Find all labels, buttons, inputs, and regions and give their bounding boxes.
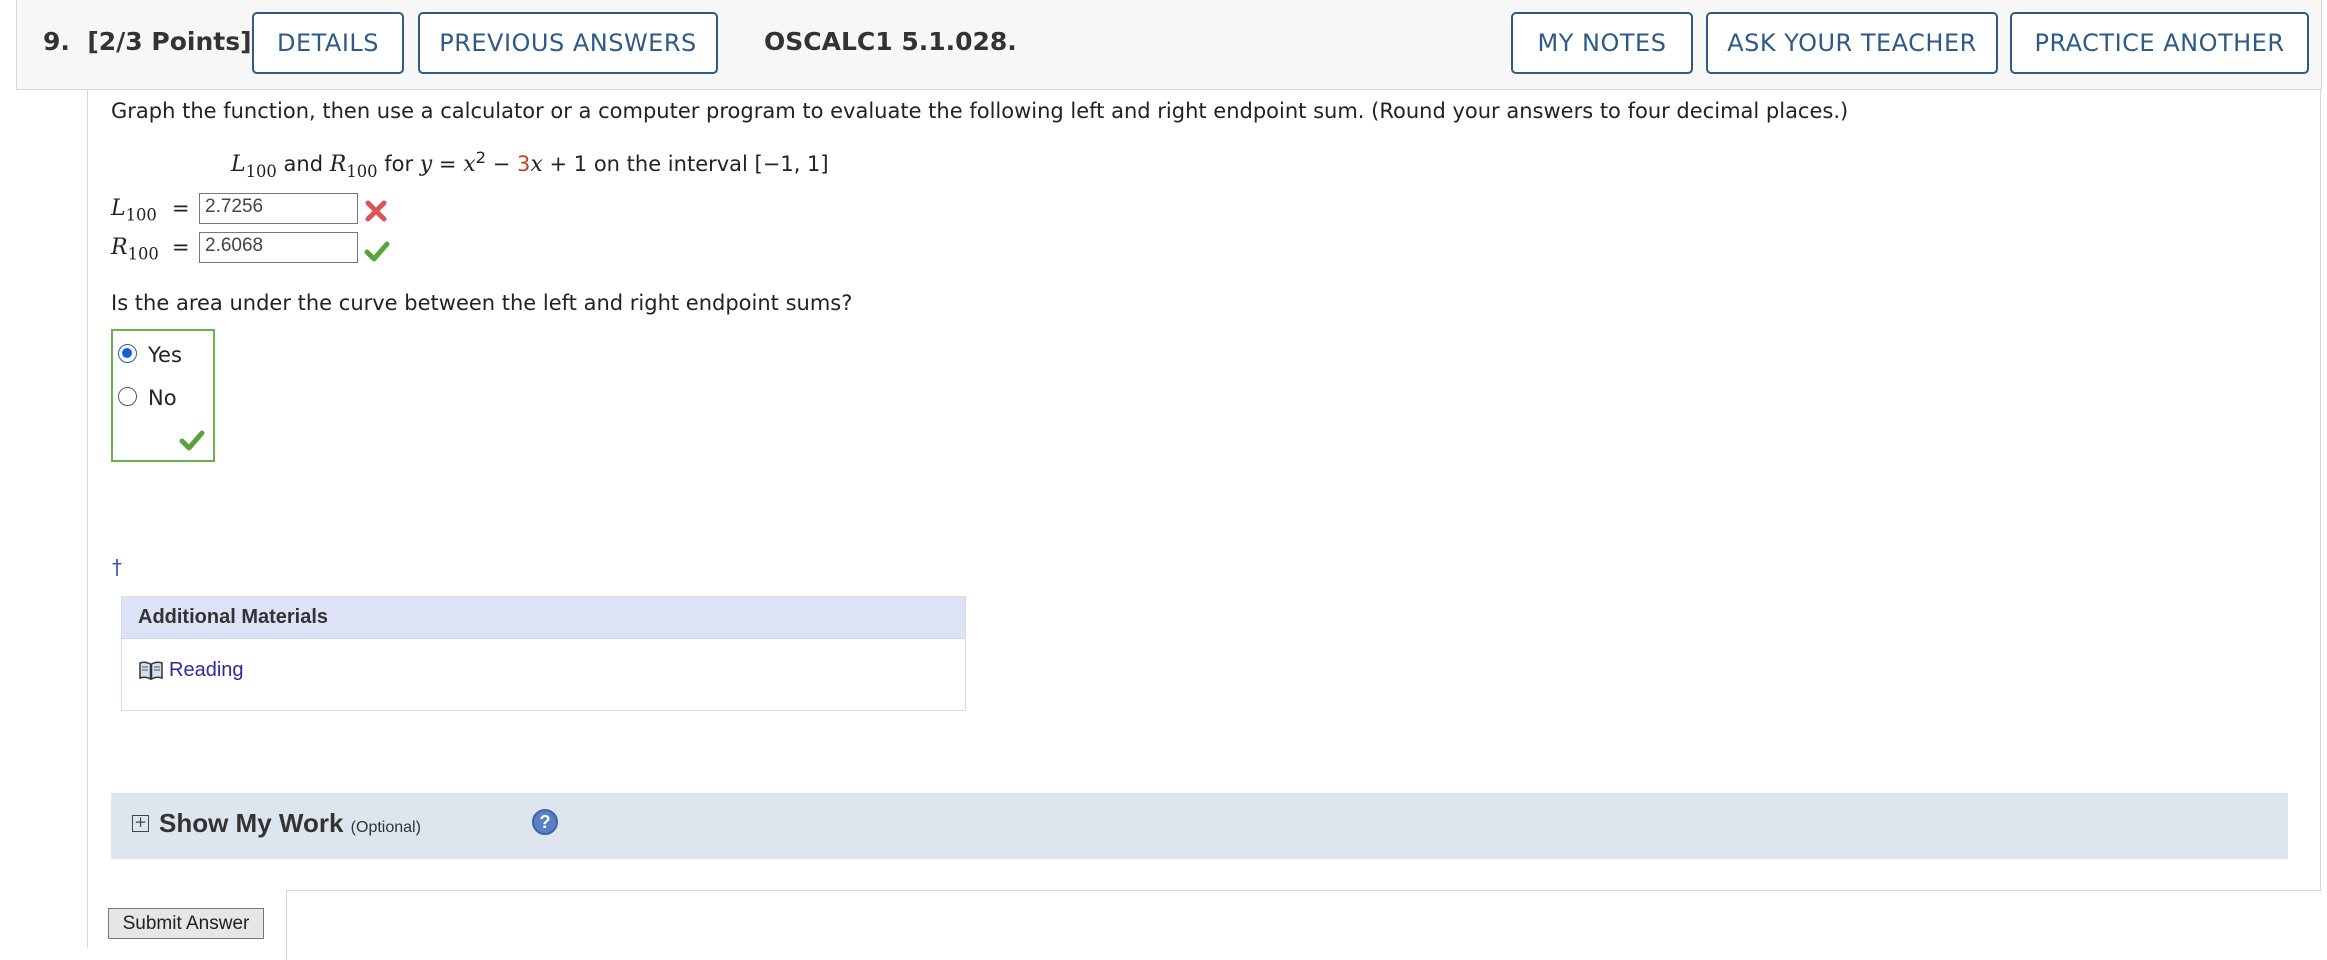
right-border: [2320, 90, 2321, 890]
question-statement: L100 and R100 for y = x2 − 3x + 1 on the…: [231, 148, 829, 181]
radio-yes[interactable]: [118, 344, 137, 363]
points-label: [2/3 Points]: [87, 27, 252, 56]
radio-yes-label: Yes: [148, 343, 182, 367]
question-header: 9. [2/3 Points] DETAILS PREVIOUS ANSWERS…: [16, 0, 2322, 90]
footer-divider: [286, 890, 2322, 960]
previous-answers-button[interactable]: PREVIOUS ANSWERS: [418, 12, 718, 74]
help-question-icon[interactable]: ?: [532, 809, 558, 835]
left-border: [87, 90, 88, 948]
incorrect-x-icon: [365, 200, 387, 222]
additional-materials-panel: Additional Materials Reading: [121, 596, 966, 711]
question-code: OSCALC1 5.1.028.: [764, 27, 1017, 56]
l100-label: L100: [111, 196, 157, 225]
radio-no-label: No: [148, 386, 177, 410]
reading-link[interactable]: Reading: [138, 659, 244, 682]
submit-answer-button[interactable]: Submit Answer: [108, 908, 264, 939]
question-number: 9. [2/3 Points]: [43, 27, 252, 56]
book-icon: [139, 660, 163, 680]
dagger-mark: †: [112, 555, 122, 579]
r100-equals: =: [172, 235, 190, 259]
show-my-work-title[interactable]: Show My Work (Optional): [159, 808, 421, 839]
l100-equals: =: [172, 196, 190, 220]
followup-question: Is the area under the curve between the …: [111, 291, 853, 315]
radio-no[interactable]: [118, 387, 137, 406]
question-instructions: Graph the function, then use a calculato…: [111, 99, 1849, 123]
reading-label: Reading: [169, 659, 244, 681]
correct-check-icon: [364, 241, 390, 262]
practice-another-button[interactable]: PRACTICE ANOTHER: [2010, 12, 2309, 74]
r100-label: R100: [111, 235, 159, 264]
ask-your-teacher-button[interactable]: ASK YOUR TEACHER: [1706, 12, 1998, 74]
details-button[interactable]: DETAILS: [252, 12, 404, 74]
correct-check-icon: [179, 430, 205, 451]
show-my-work-panel[interactable]: + Show My Work (Optional) ?: [111, 793, 2288, 859]
radio-group: Yes No: [111, 329, 215, 462]
my-notes-button[interactable]: MY NOTES: [1511, 12, 1693, 74]
additional-materials-title: Additional Materials: [122, 597, 965, 639]
optional-label: (Optional): [350, 819, 421, 836]
l100-answer-input[interactable]: 2.7256: [199, 193, 358, 224]
expand-plus-icon[interactable]: +: [132, 815, 149, 832]
r100-answer-input[interactable]: 2.6068: [199, 232, 358, 263]
